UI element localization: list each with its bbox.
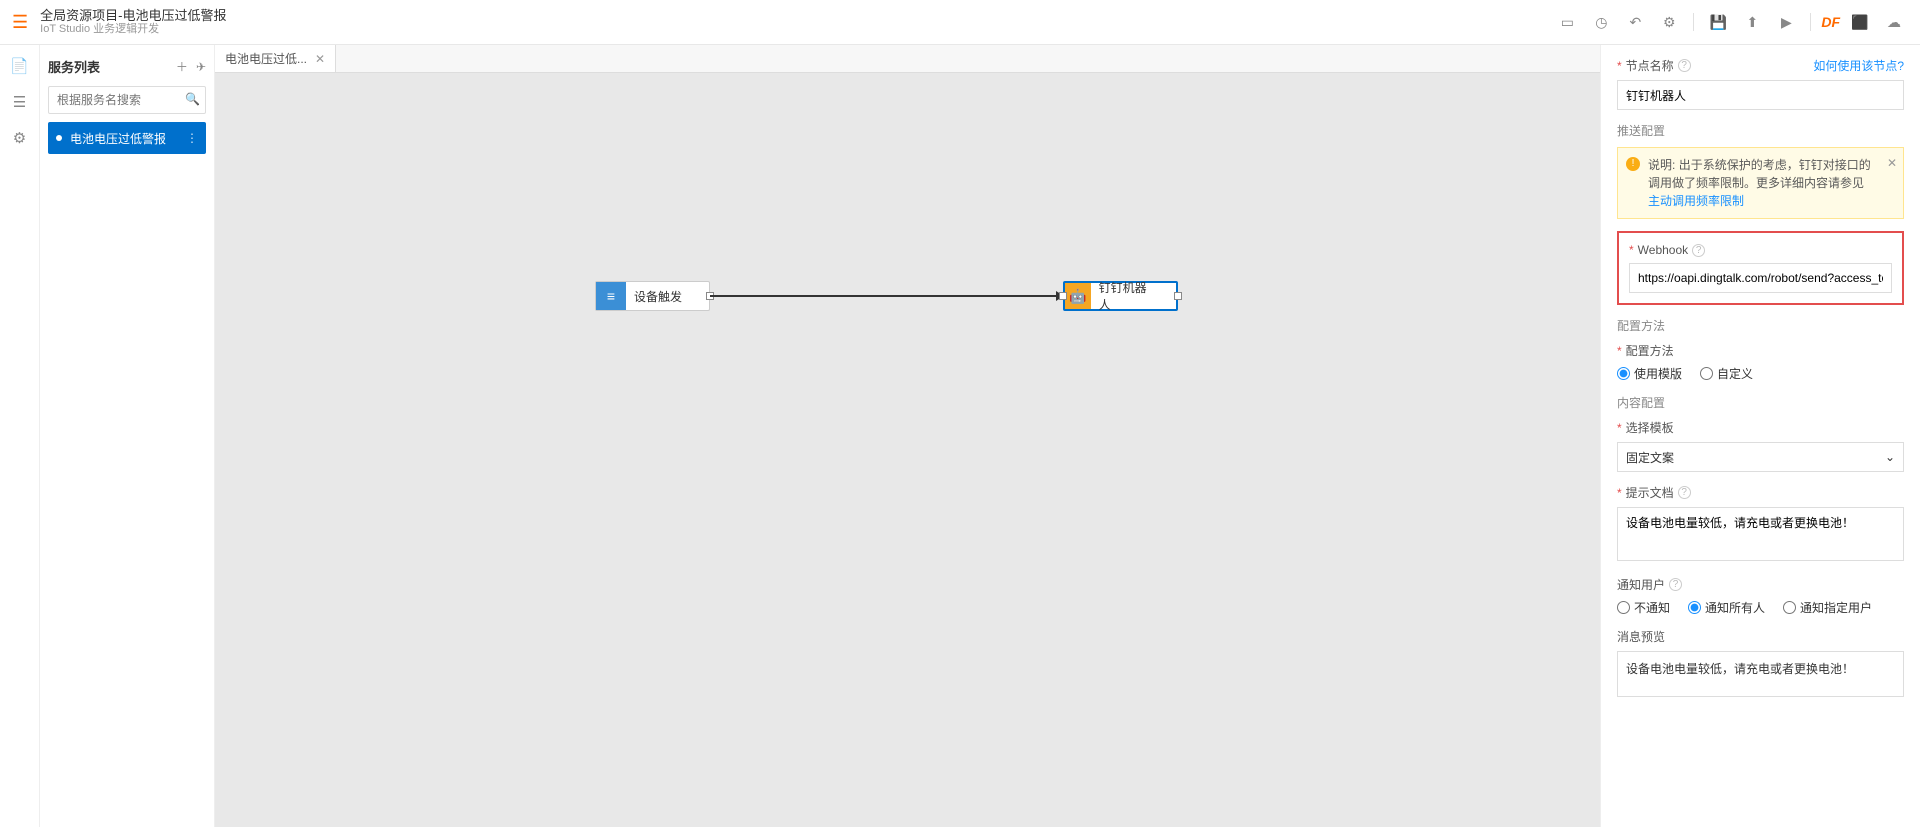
service-panel: 服务列表 ＋ ✈ 🔍 电池电压过低警报 ⋮ — [40, 45, 215, 827]
alert-text: 出于系统保护的考虑，钉钉对接口的调用做了频率限制。更多详细内容请参见 — [1648, 158, 1871, 190]
service-search-input[interactable] — [48, 86, 206, 114]
tab-strip: 电池电压过低... ✕ — [215, 45, 1600, 73]
user-badge[interactable]: DF — [1821, 14, 1840, 30]
canvas[interactable]: 电池电压过低... ✕ ≡ 设备触发 🤖 钉钉机器人 — [215, 45, 1600, 827]
config-method-section: 配置方法 — [1617, 317, 1904, 334]
deploy-icon[interactable]: ⬆ — [1738, 8, 1766, 36]
tab-label: 电池电压过低... — [225, 50, 307, 67]
radio-notify-specific[interactable]: 通知指定用户 — [1783, 599, 1872, 616]
warning-icon: ! — [1626, 157, 1640, 171]
history-icon[interactable]: ◷ — [1587, 8, 1615, 36]
select-template-label: 选择模板 — [1626, 419, 1674, 436]
search-icon[interactable]: 🔍 — [185, 92, 200, 106]
output-port[interactable] — [1174, 292, 1182, 300]
send-icon[interactable]: ✈ — [196, 60, 206, 74]
trigger-icon: ≡ — [596, 282, 626, 310]
help-icon[interactable]: ? — [1669, 578, 1682, 591]
help-icon[interactable]: ? — [1678, 59, 1691, 72]
top-toolbar: ▭ ◷ ↶ ⚙ 💾 ⬆ ▶ DF ⬛ ☁ — [1553, 8, 1908, 36]
notify-user-label: 通知用户 — [1617, 576, 1665, 593]
help-icon[interactable]: ? — [1692, 244, 1705, 257]
tip-doc-label: 提示文档 — [1626, 484, 1674, 501]
save-icon[interactable]: 💾 — [1704, 8, 1732, 36]
template-value: 固定文案 — [1626, 449, 1674, 466]
undo-icon[interactable]: ↶ — [1621, 8, 1649, 36]
run-icon[interactable]: ▶ — [1772, 8, 1800, 36]
edge[interactable] — [710, 295, 1063, 297]
chevron-down-icon: ⌄ — [1885, 450, 1895, 464]
push-config-section: 推送配置 — [1617, 122, 1904, 139]
app-icon[interactable]: ⬛ — [1846, 8, 1874, 36]
service-item-label: 电池电压过低警报 — [70, 130, 166, 147]
rate-limit-alert: ! ✕ 说明: 出于系统保护的考虑，钉钉对接口的调用做了频率限制。更多详细内容请… — [1617, 147, 1904, 219]
content-config-section: 内容配置 — [1617, 394, 1904, 411]
node-name-label: 节点名称 — [1626, 57, 1674, 74]
tab-close-icon[interactable]: ✕ — [315, 52, 325, 66]
node-label: 设备触发 — [626, 282, 708, 310]
top-bar: ☰ 全局资源项目-电池电压过低警报 IoT Studio 业务逻辑开发 ▭ ◷ … — [0, 0, 1920, 45]
webhook-highlight-box: * Webhook ? — [1617, 231, 1904, 305]
how-to-use-link[interactable]: 如何使用该节点? — [1813, 57, 1904, 74]
template-select[interactable]: 固定文案 ⌄ — [1617, 442, 1904, 472]
gear-icon[interactable]: ⚙ — [13, 129, 26, 147]
input-port[interactable] — [1059, 292, 1067, 300]
rate-limit-link[interactable]: 主动调用频率限制 — [1648, 194, 1744, 208]
alert-prefix: 说明: — [1648, 158, 1675, 172]
service-list-title: 服务列表 — [48, 57, 168, 76]
more-icon[interactable]: ☁ — [1880, 8, 1908, 36]
alert-close-icon[interactable]: ✕ — [1887, 154, 1897, 172]
radio-custom[interactable]: 自定义 — [1700, 365, 1753, 382]
page-title: 全局资源项目-电池电压过低警报 — [40, 8, 226, 24]
node-name-input[interactable] — [1617, 80, 1904, 110]
service-item-battery[interactable]: 电池电压过低警报 ⋮ — [48, 122, 206, 154]
node-dingbot[interactable]: 🤖 钉钉机器人 — [1063, 281, 1178, 311]
list-icon[interactable]: ☰ — [13, 93, 26, 111]
page-subtitle: IoT Studio 业务逻辑开发 — [40, 23, 226, 36]
config-method-label: 配置方法 — [1626, 342, 1674, 359]
webhook-label: Webhook — [1638, 243, 1688, 257]
properties-panel: * 节点名称 ? 如何使用该节点? 推送配置 ! ✕ 说明: 出于系统保护的考虑… — [1600, 45, 1920, 827]
radio-use-template[interactable]: 使用模版 — [1617, 365, 1682, 382]
radio-notify-all[interactable]: 通知所有人 — [1688, 599, 1765, 616]
menu-icon[interactable]: ☰ — [12, 12, 28, 33]
node-label: 钉钉机器人 — [1091, 283, 1176, 309]
radio-no-notify[interactable]: 不通知 — [1617, 599, 1670, 616]
webhook-input[interactable] — [1629, 263, 1892, 293]
file-icon[interactable]: 📄 — [10, 57, 29, 75]
service-item-more-icon[interactable]: ⋮ — [186, 131, 198, 145]
screen-icon[interactable]: ▭ — [1553, 8, 1581, 36]
tip-textarea[interactable] — [1617, 507, 1904, 561]
dingbot-icon: 🤖 — [1065, 283, 1091, 309]
help-icon[interactable]: ? — [1678, 486, 1691, 499]
tab-active[interactable]: 电池电压过低... ✕ — [215, 45, 336, 72]
preview-label: 消息预览 — [1617, 628, 1665, 645]
message-preview: 设备电池电量较低，请充电或者更换电池！ — [1617, 651, 1904, 697]
settings-icon[interactable]: ⚙ — [1655, 8, 1683, 36]
left-icon-rail: 📄 ☰ ⚙ — [0, 45, 40, 827]
add-icon[interactable]: ＋ — [176, 58, 188, 75]
node-device-trigger[interactable]: ≡ 设备触发 — [595, 281, 710, 311]
